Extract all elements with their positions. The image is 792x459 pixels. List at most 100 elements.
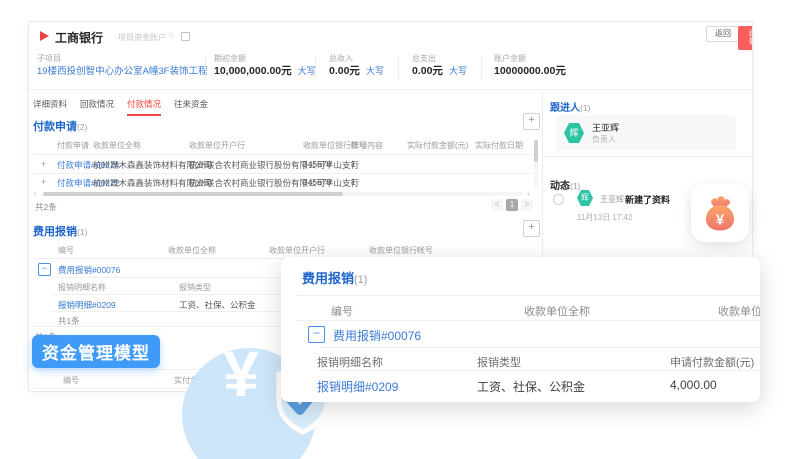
payment-row-account: 345678	[303, 159, 331, 169]
overlay-detail-amount: 4,000.00	[670, 378, 717, 392]
row-collapse-icon[interactable]: −	[38, 263, 51, 276]
payment-row-bank: 杭州联合农村商业银行股份有限公司半山支行	[189, 159, 359, 171]
pagination-next[interactable]: >	[521, 199, 533, 211]
overlay-detail-link[interactable]: 报销明细#0209	[317, 378, 398, 395]
tab-receipt[interactable]: 回款情况	[80, 98, 114, 116]
field-label-total-income: 总收入	[329, 55, 353, 63]
moneybag-card: ¥	[691, 184, 749, 242]
col-header: 实际付款日期	[475, 140, 523, 151]
col-header: 编号	[63, 375, 79, 386]
expense-section-title: 费用报销(1)	[33, 223, 87, 239]
col-header: 收款单位全称	[168, 245, 216, 256]
overlay-detail-col-header: 申请付款金额(元)	[670, 354, 754, 370]
activity-title: 动态(1)	[550, 177, 580, 192]
col-header: 收款单位开户行	[269, 245, 325, 256]
activity-action: 新建了资料	[625, 193, 670, 206]
fullscreen-icon[interactable]	[181, 32, 190, 41]
col-header: 款项内容	[351, 140, 383, 151]
hscrollbar-thumb[interactable]	[43, 192, 343, 196]
account-balance-value: 10000000.00元	[494, 66, 566, 77]
field-label-opening-balance: 期初余额	[214, 55, 246, 63]
divider	[205, 56, 206, 79]
expense-detail-type: 工资、社保、公积金	[179, 299, 256, 311]
divider	[398, 56, 399, 79]
overlay-detail-type: 工资、社保、公积金	[477, 378, 585, 395]
daxie-link[interactable]: 大写	[298, 66, 316, 76]
hscroll-left-arrow[interactable]: ‹	[34, 190, 37, 198]
followers-title: 跟进人(1)	[550, 99, 590, 114]
overlay-col-header: 收款单位全称	[524, 303, 590, 319]
tab-bar: 详细资料 回款情况 付款情况 往来资金	[33, 98, 208, 116]
vscrollbar-thumb[interactable]	[534, 140, 538, 162]
divider	[481, 56, 482, 79]
daxie-link[interactable]: 大写	[449, 66, 467, 76]
expense-row-link[interactable]: 费用报销#00076	[58, 264, 120, 276]
payment-row-bank: 杭州联合农村商业银行股份有限公司半山支行	[189, 177, 359, 189]
activity-user: 王亚辉	[600, 194, 624, 205]
divider	[315, 56, 316, 79]
expense-zoom-panel: 费用报销(1) 编号 收款单位全称 收款单位开户行 − 费用报销#00076 报…	[281, 257, 760, 402]
avatar: 辉	[564, 123, 584, 143]
add-expense-button[interactable]: +	[523, 220, 540, 237]
payment-section-title: 付款申请(2)	[33, 118, 87, 134]
clock-icon	[553, 194, 564, 205]
edit-button[interactable]: 编辑	[738, 26, 753, 50]
daxie-link[interactable]: 大写	[366, 66, 384, 76]
expense-detail-link[interactable]: 报销明细#0209	[58, 299, 116, 311]
activity-time: 11月13日 17:42	[577, 212, 632, 223]
model-badge: 资金管理模型	[32, 335, 160, 368]
hscroll-right-arrow[interactable]: ›	[527, 190, 530, 198]
divider	[321, 370, 760, 371]
overlay-col-header: 收款单位开户行	[718, 303, 760, 319]
bank-title: 工商银行	[55, 29, 103, 46]
total-expense-value: 0.00元大写	[412, 66, 467, 77]
divider	[297, 320, 760, 321]
svg-text:¥: ¥	[716, 212, 725, 228]
vscrollbar-track[interactable]	[534, 140, 538, 188]
payment-row-content: 1	[351, 159, 356, 169]
divider	[33, 173, 539, 174]
avatar: 辉	[577, 190, 593, 206]
divider	[543, 156, 752, 157]
add-payment-button[interactable]: +	[523, 113, 540, 130]
pagination-prev[interactable]: <	[491, 199, 503, 211]
pagination-page-1[interactable]: 1	[506, 199, 518, 211]
overlay-collapse-icon[interactable]: −	[308, 326, 325, 343]
divider	[29, 89, 752, 90]
overlay-detail-col-header: 报销明细名称	[317, 354, 383, 370]
divider	[33, 154, 539, 155]
overlay-title: 费用报销(1)	[302, 268, 367, 287]
moneybag-icon: ¥	[699, 192, 741, 234]
row-expand-icon[interactable]: +	[41, 178, 46, 187]
col-header: 编号	[58, 245, 74, 256]
follower-card[interactable]: 辉 王亚辉 负责人	[556, 115, 736, 151]
detail-col-header: 报销类型	[179, 282, 211, 293]
col-header: 收款单位银行帐号	[369, 245, 433, 256]
payment-row-account: 345678	[303, 177, 331, 187]
overlay-col-header: 编号	[331, 303, 353, 319]
field-label-subproject: 子项目	[37, 55, 61, 63]
col-header: 付款申请	[57, 140, 89, 151]
col-header: 收款单位全称	[93, 140, 141, 151]
tab-detail[interactable]: 详细资料	[33, 98, 67, 116]
col-header: 实际付款金额(元)	[407, 140, 468, 151]
overlay-expense-link[interactable]: 费用报销#00076	[333, 327, 421, 344]
field-label-total-expense: 总支出	[412, 55, 436, 63]
subproject-link[interactable]: 19楼西投创智中心办公室A幢3F装饰工程	[37, 67, 208, 77]
account-type-label: 项目资金账户	[118, 32, 166, 43]
row-expand-icon[interactable]: +	[41, 160, 46, 169]
tab-payment[interactable]: 付款情况	[127, 98, 161, 116]
hscrollbar-track[interactable]	[43, 192, 523, 196]
detail-col-header: 报销明细名称	[58, 282, 106, 293]
field-label-account-balance: 账户余额	[494, 55, 526, 63]
divider	[321, 347, 760, 348]
follower-role: 负责人	[592, 134, 616, 145]
divider	[297, 295, 760, 296]
brand-arrow-icon	[40, 31, 49, 41]
star-icon[interactable]: ☆	[167, 31, 175, 40]
back-button[interactable]: 返回	[706, 26, 740, 42]
payment-total-count: 共2条	[35, 201, 57, 213]
tab-transactions[interactable]: 往来资金	[174, 98, 208, 116]
payment-row-content: 1	[351, 177, 356, 187]
total-income-value: 0.00元大写	[329, 66, 384, 77]
